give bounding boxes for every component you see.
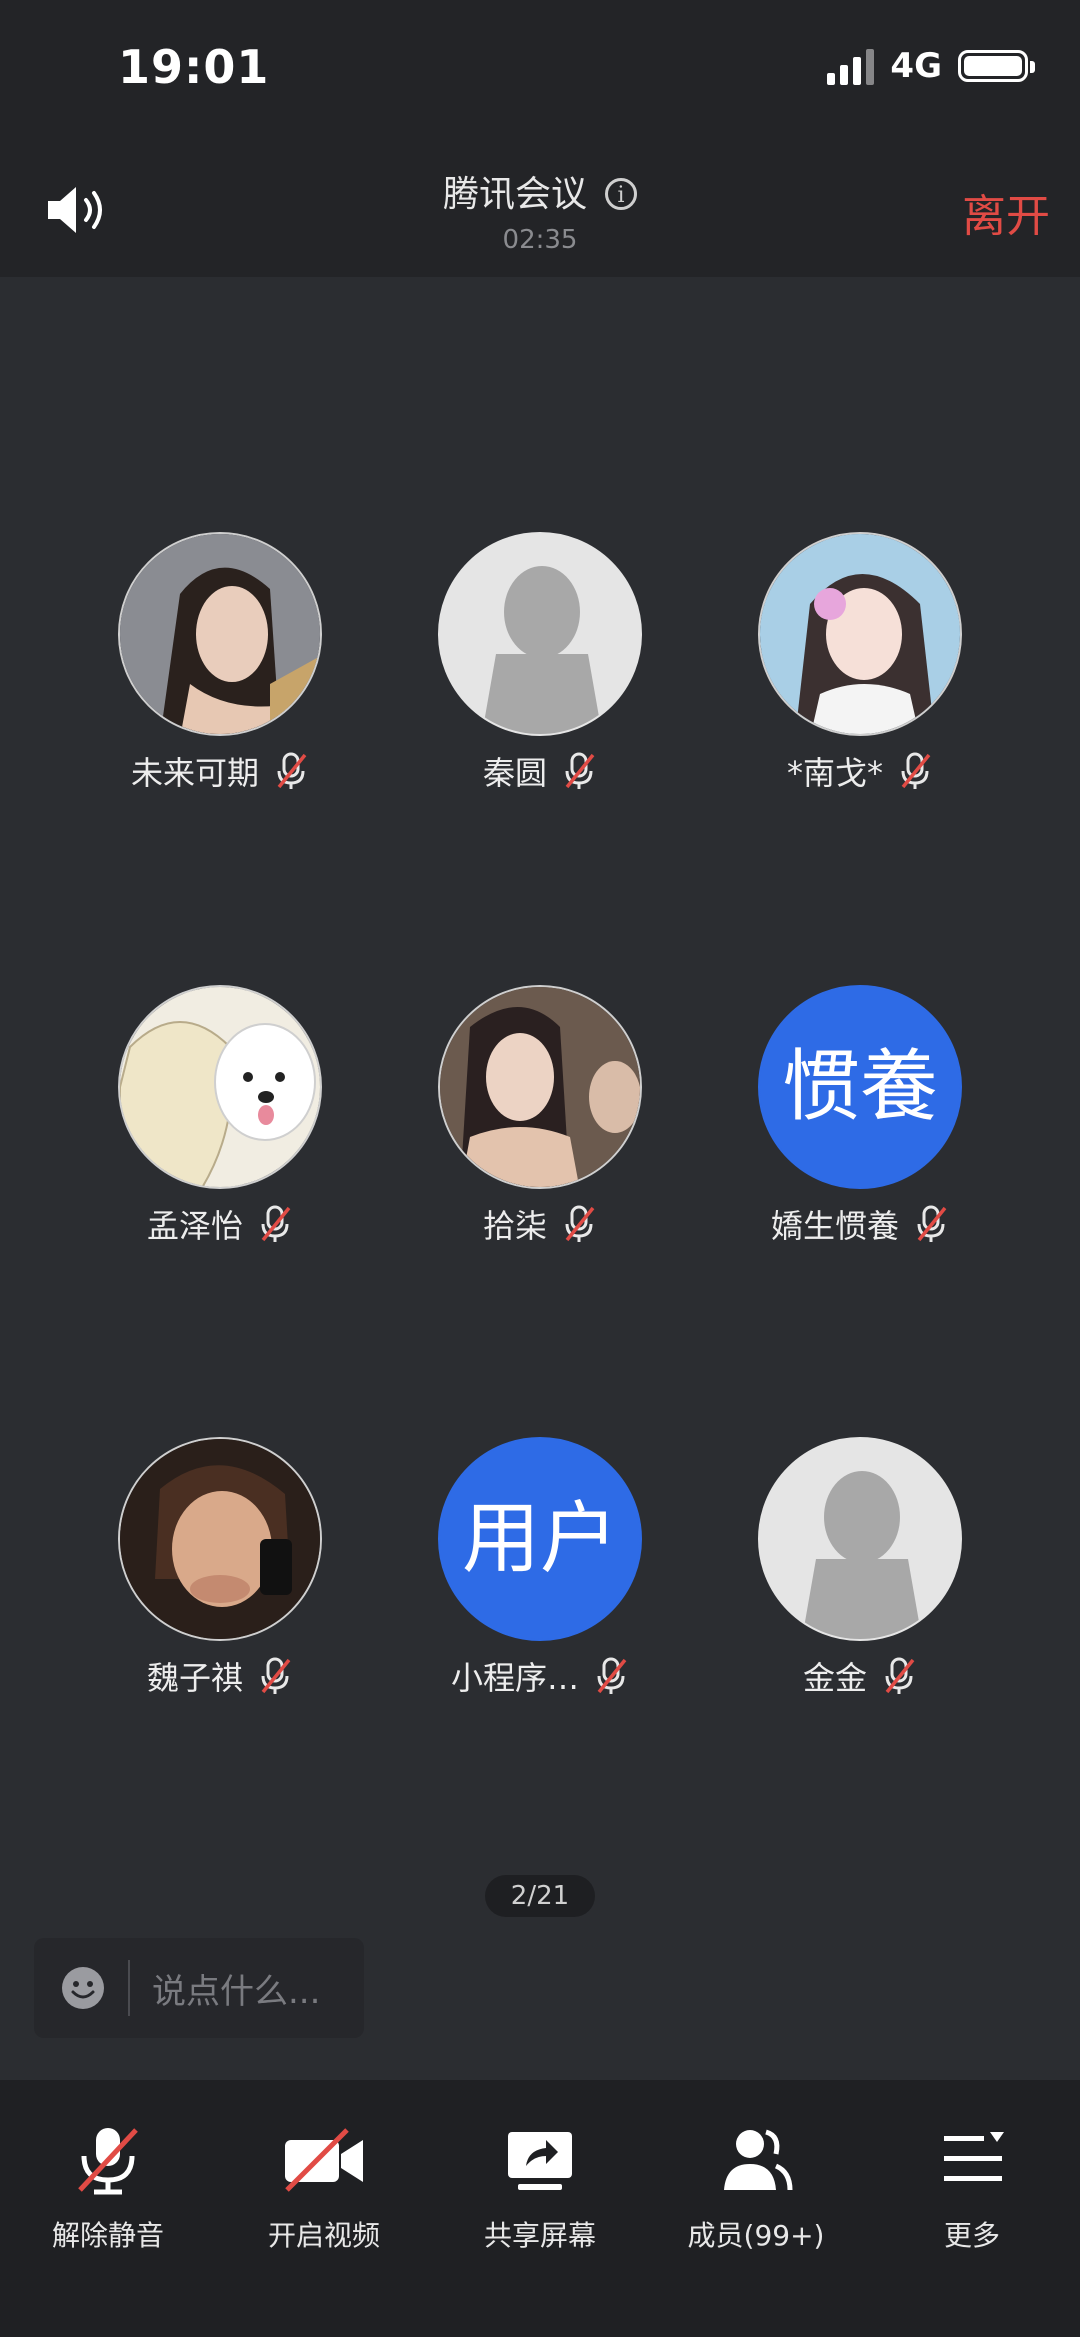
emoji-icon[interactable] (60, 1965, 106, 2011)
participant-name: 拾柒 (482, 1207, 547, 1245)
participant-name-row: *南戈* (710, 748, 1010, 794)
meeting-title-row[interactable]: 腾讯会议 i (0, 165, 1080, 217)
status-icons: 4G (827, 46, 1035, 86)
mic-muted-icon (565, 1205, 595, 1242)
participant-tile[interactable]: 金金 (710, 1437, 1010, 1699)
signal-icon (827, 47, 875, 85)
mic-muted-icon (597, 1657, 627, 1694)
participant-tile[interactable]: *南戈* (710, 532, 1010, 794)
more-button[interactable]: 更多 (872, 2120, 1072, 2254)
participant-name-row: 小程序… (390, 1653, 690, 1699)
meeting-timer: 02:35 (502, 225, 578, 255)
participant-name: *南戈* (786, 754, 883, 792)
participant-name-row: 金金 (710, 1653, 1010, 1699)
avatar (758, 532, 962, 736)
page-indicator: 2/21 (485, 1875, 595, 1917)
toolbar-label: 解除静音 (51, 2219, 164, 2252)
participant-tile[interactable]: 魏子祺 (70, 1437, 370, 1699)
mic-muted-icon (565, 752, 595, 789)
info-icon[interactable]: i (605, 178, 637, 210)
members-button[interactable]: 成员(99+) (656, 2120, 856, 2254)
share-screen-button[interactable]: 共享屏幕 (440, 2120, 640, 2254)
chat-placeholder: 说点什么... (152, 1971, 321, 2012)
avatar (118, 1437, 322, 1641)
mic-muted-icon (261, 1657, 291, 1694)
participant-name-row: 未来可期 (70, 748, 370, 794)
battery-icon (958, 50, 1035, 82)
avatar-photo (120, 1439, 320, 1639)
participant-tile[interactable]: 孟泽怡 (70, 985, 370, 1247)
toolbar-label: 开启视频 (267, 2219, 380, 2252)
avatar (118, 532, 322, 736)
meeting-title: 腾讯会议 (442, 174, 587, 215)
toolbar-label: 成员(99+) (687, 2219, 825, 2252)
participant-name: 未来可期 (130, 754, 259, 792)
participant-name-row: 秦圆 (390, 748, 690, 794)
avatar (118, 985, 322, 1189)
participant-name: 金金 (802, 1659, 867, 1697)
start-video-button[interactable]: 开启视频 (224, 2120, 424, 2254)
participant-tile[interactable]: 惯養 嬌生惯養 (710, 985, 1010, 1247)
avatar-photo (760, 534, 960, 734)
participant-tile[interactable]: 用户 小程序… (390, 1437, 690, 1699)
mic-muted-icon (277, 752, 307, 789)
mic-muted-icon (901, 752, 931, 789)
mic-muted-icon (885, 1657, 915, 1694)
participant-name: 魏子祺 (146, 1659, 243, 1697)
participant-name-row: 拾柒 (390, 1201, 690, 1247)
avatar-photo (120, 534, 320, 734)
avatar-initials: 用户 (438, 1437, 642, 1641)
participant-tile[interactable]: 秦圆 (390, 532, 690, 794)
participant-name: 秦圆 (482, 754, 547, 792)
toolbar-label: 共享屏幕 (483, 2219, 596, 2252)
participant-name: 小程序… (450, 1659, 579, 1697)
mic-muted-icon (78, 2128, 138, 2195)
avatar (758, 1437, 962, 1641)
meeting-title-block: 腾讯会议 i 02:35 (0, 165, 1080, 255)
participant-name-row: 魏子祺 (70, 1653, 370, 1699)
participant-name: 孟泽怡 (146, 1207, 243, 1245)
avatar (438, 532, 642, 736)
participant-name: 嬌生惯養 (770, 1207, 899, 1245)
leave-button[interactable]: 离开 (962, 180, 1050, 244)
avatar-photo (440, 987, 640, 1187)
top-bar: 19:01 4G 腾讯会议 i 02:35 离开 (0, 0, 1080, 277)
mic-muted-icon (261, 1205, 291, 1242)
network-type: 4G (890, 46, 942, 86)
unmute-button[interactable]: 解除静音 (8, 2120, 208, 2254)
participant-name-row: 嬌生惯養 (710, 1201, 1010, 1247)
divider (128, 1960, 130, 2016)
default-avatar-icon (802, 1471, 922, 1639)
avatar (438, 985, 642, 1189)
participant-name-row: 孟泽怡 (70, 1201, 370, 1247)
toolbar-label: 更多 (943, 2219, 1000, 2252)
chat-input[interactable]: 说点什么... (34, 1938, 364, 2038)
members-icon (724, 2129, 793, 2191)
share-screen-icon (508, 2132, 572, 2190)
default-avatar-icon (482, 566, 602, 734)
avatar-photo (120, 987, 320, 1187)
camera-off-icon (285, 2128, 363, 2192)
participant-tile[interactable]: 未来可期 (70, 532, 370, 794)
status-time: 19:01 (118, 40, 270, 94)
mic-muted-icon (917, 1205, 947, 1242)
avatar-initials: 惯養 (758, 985, 962, 1189)
more-menu-icon (944, 2132, 1004, 2181)
participant-tile[interactable]: 拾柒 (390, 985, 690, 1247)
